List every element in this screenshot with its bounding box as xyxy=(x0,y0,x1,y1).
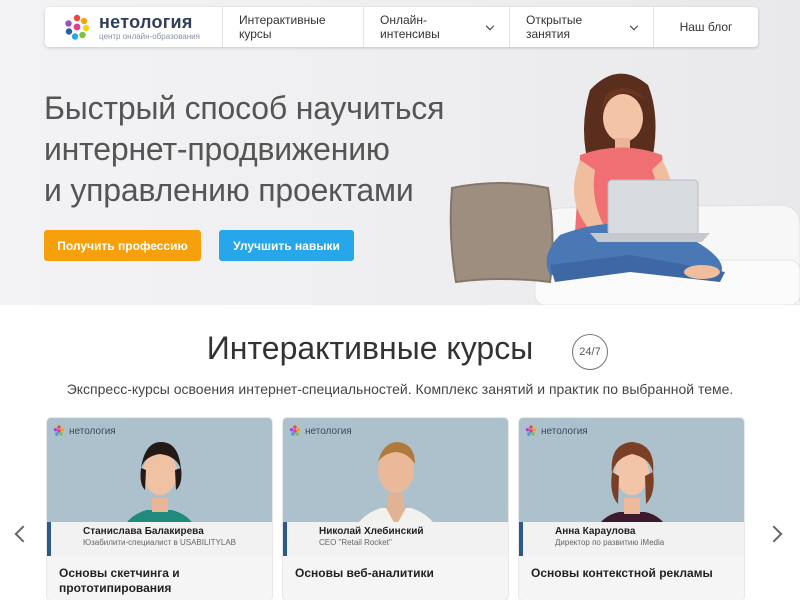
nav-interactive-courses[interactable]: Интерактивные курсы xyxy=(223,7,364,47)
speaker-name: Николай Хлебинский xyxy=(319,526,424,537)
card-logo-text: нетология xyxy=(305,425,352,437)
headline-line: Быстрый способ научиться xyxy=(44,90,445,126)
card-logo: нетология xyxy=(289,425,352,437)
nav-blog[interactable]: Наш блог xyxy=(654,7,758,47)
speaker-caption: Анна Караулова Директор по развитию iMed… xyxy=(519,522,744,556)
logo-flower-icon xyxy=(289,425,301,436)
nav-label: Открытые занятия xyxy=(526,13,583,41)
logo-name: нетология xyxy=(99,12,193,32)
speaker-name: Анна Караулова xyxy=(555,526,636,537)
course-video-thumbnail[interactable]: нетология Станислава Балакирева Юзабилит… xyxy=(47,418,272,556)
card-logo-text: нетология xyxy=(69,425,116,437)
chevron-down-icon xyxy=(486,21,495,30)
speaker-name: Станислава Балакирева xyxy=(83,526,204,537)
chevron-right-icon[interactable] xyxy=(765,525,783,543)
card-logo: нетология xyxy=(53,425,116,437)
logo[interactable]: нетология центр онлайн-образования xyxy=(45,7,223,47)
headline-line: и управлению проектами xyxy=(44,172,414,208)
logo-flower-icon xyxy=(53,425,65,436)
hero-section: нетология центр онлайн-образования Интер… xyxy=(0,0,800,305)
speaker-role: Юзабилити-специалист в USABILITYLAB xyxy=(83,538,236,547)
improve-skills-button[interactable]: Улучшить навыки xyxy=(219,230,354,261)
card-logo: нетология xyxy=(525,425,588,437)
course-video-thumbnail[interactable]: нетология Николай Хлебинский CEO "Retail… xyxy=(283,418,508,556)
chevron-left-icon[interactable] xyxy=(14,525,32,543)
speaker-caption: Николай Хлебинский CEO "Retail Rocket" xyxy=(283,522,508,556)
nav-open-classes[interactable]: Открытые занятия xyxy=(510,7,654,47)
card-logo-text: нетология xyxy=(541,425,588,437)
section-subtitle: Экспресс-курсы освоения интернет-специал… xyxy=(66,381,734,397)
hero-headline: Быстрый способ научиться интернет-продви… xyxy=(44,88,504,211)
chevron-down-icon xyxy=(630,21,639,30)
course-title[interactable]: Основы скетчинга и прототипирования xyxy=(59,566,259,596)
nav-label: Онлайн-интенсивы xyxy=(380,13,440,41)
badge-24-7: 24/7 xyxy=(572,334,608,370)
speaker-caption: Станислава Балакирева Юзабилити-специали… xyxy=(47,522,272,556)
section-title: Интерактивные курсы xyxy=(0,330,800,367)
nav-label: Интерактивные курсы xyxy=(239,13,326,41)
section-title-text: Интерактивные курсы xyxy=(206,330,534,366)
get-profession-button[interactable]: Получить профессию xyxy=(44,230,201,261)
logo-tagline: центр онлайн-образования xyxy=(99,32,200,41)
speaker-role: Директор по развитию iMedia xyxy=(555,538,665,547)
course-title[interactable]: Основы веб-аналитики xyxy=(295,566,495,581)
nav-label: Наш блог xyxy=(679,20,733,34)
logo-flower-icon xyxy=(525,425,537,436)
course-card[interactable]: нетология Николай Хлебинский CEO "Retail… xyxy=(283,418,508,600)
nav-online-intensives[interactable]: Онлайн-интенсивы xyxy=(364,7,510,47)
speaker-role: CEO "Retail Rocket" xyxy=(319,538,392,547)
headline-line: интернет-продвижению xyxy=(44,131,390,167)
logo-flower-icon xyxy=(65,14,90,40)
course-video-thumbnail[interactable]: нетология Анна Караулова Директор по раз… xyxy=(519,418,744,556)
course-title[interactable]: Основы контекстной рекламы xyxy=(531,566,731,581)
top-navigation: нетология центр онлайн-образования Интер… xyxy=(45,7,758,47)
course-card[interactable]: нетология Станислава Балакирева Юзабилит… xyxy=(47,418,272,600)
course-card[interactable]: нетология Анна Караулова Директор по раз… xyxy=(519,418,744,600)
